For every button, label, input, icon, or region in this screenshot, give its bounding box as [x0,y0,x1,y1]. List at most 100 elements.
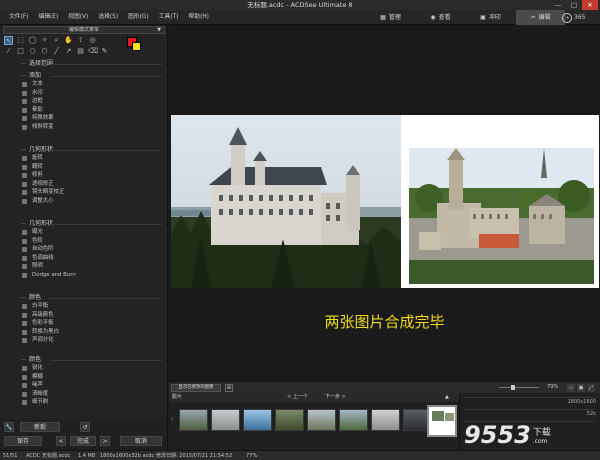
done-button[interactable]: 完成 [70,436,96,446]
next-link[interactable]: 下一步 > [325,393,346,402]
cancel-button[interactable]: 取消 [120,436,162,446]
thumbnail[interactable] [307,409,336,431]
tool-item-white-balance[interactable]: 白平衡 [22,302,162,311]
edit-mode-dropdown[interactable]: 编辑模式菜单 ▼ [3,26,165,34]
section-title[interactable]: 几何形状 [21,220,162,228]
tool-item-detail-brush[interactable]: 细节刷 [22,398,162,407]
background-color-swatch[interactable] [132,42,141,51]
detail-brush-icon [22,400,27,406]
actual-size-icon[interactable]: ▣ [577,384,585,392]
zoom-tool-icon[interactable]: ⌕ [52,36,61,45]
composite-canvas[interactable] [171,115,599,288]
tool-item-auto-levels[interactable]: 自动色阶 [22,245,162,254]
fit-icon[interactable]: ▭ [567,384,575,392]
tool-item-rotate[interactable]: 旋转 [22,154,162,163]
eraser-tool-icon[interactable]: ⌫ [88,47,98,56]
compare-icon[interactable]: ⊞ [225,384,233,392]
thumbnail[interactable] [371,409,400,431]
mode-manage-tab[interactable]: ▦ 管理 [366,10,415,25]
tool-item-blur[interactable]: 模糊 [22,373,162,382]
tool-item-perspective[interactable]: 透视修正 [22,180,162,189]
tool-item-resize[interactable]: 调整大小 [22,197,162,206]
tool-item-advanced-color[interactable]: 高级颜色 [22,311,162,320]
close-button[interactable]: ✕ [582,0,598,10]
pointer-tool-icon[interactable]: ↖ [4,36,13,45]
thumbnail[interactable] [243,409,272,431]
ellipse-tool-icon[interactable]: ○ [28,47,37,56]
mode-develop-tab[interactable]: ▣ 冲印 [466,10,515,25]
menu-tools[interactable]: 工具(T) [154,10,184,25]
tool-item-crop[interactable]: 修剪 [22,171,162,180]
tool-item-watermark[interactable]: 水印 [22,89,162,98]
new-button[interactable]: 新毅 [20,422,60,432]
section-title[interactable]: 几何形状 [21,146,162,154]
pencil-tool-icon[interactable]: ✎ [100,47,109,56]
tool-item-border[interactable]: 边框 [22,97,162,106]
next-image-button[interactable]: > [100,436,110,446]
thumbnail[interactable] [211,409,240,431]
white-balance-icon [22,304,27,309]
gradient-tool-icon[interactable]: ▤ [76,47,85,56]
marquee-tool-icon[interactable]: ⬚ [16,36,25,45]
rectangle-tool-icon[interactable]: □ [16,47,25,56]
tool-item-flip[interactable]: 翻转 [22,163,162,172]
mode-view-tab[interactable]: ◉ 查看 [416,10,465,25]
acdsee-365-button[interactable]: ◔ 365 [562,12,585,23]
chevron-down-icon: ▼ [157,27,161,33]
brush-tool-icon[interactable]: ⁄ [4,47,13,56]
zoom-slider[interactable] [499,385,539,390]
prev-image-button[interactable]: < [56,436,66,446]
tool-item-dodge-burn[interactable]: Dodge and Burn [22,271,162,280]
minimize-button[interactable]: — [550,0,566,10]
section-title[interactable]: 选择范围 [21,60,162,68]
maximize-button[interactable]: □ [566,0,582,10]
show-modified-button[interactable]: 显示已修改的图像 [171,384,221,392]
menu-image[interactable]: 图形(G) [123,10,154,25]
eyedropper-icon[interactable]: ⟟ [76,36,85,45]
mode-edit-tab[interactable]: ✂ 编辑 [516,10,565,25]
fullscreen-icon[interactable]: ⤢ [587,384,595,392]
arrow-tool-icon[interactable]: ↗ [64,47,73,56]
history-icon[interactable]: ↺ [80,422,90,432]
magic-wand-icon[interactable]: ✧ [40,36,49,45]
tool-item-text[interactable]: 文本 [22,80,162,89]
tool-item-black-white[interactable]: 转换为黑白 [22,328,162,337]
menu-view[interactable]: 视图(V) [63,10,93,25]
crop-icon [22,173,27,179]
tool-item-exposure[interactable]: 曝光 [22,228,162,237]
tool-item-special-effects[interactable]: 特殊效果 [22,114,162,123]
tool-item-split-tone[interactable]: 声调分化 [22,336,162,345]
menu-edit[interactable]: 编辑(E) [33,10,63,25]
hand-tool-icon[interactable]: ✋ [64,36,73,45]
tool-item-noise[interactable]: 噪声 [22,381,162,390]
section-title[interactable]: 添加 [21,72,162,80]
tool-item-lighting[interactable]: 照明 [22,262,162,271]
tool-item-vignette[interactable]: 晕影 [22,106,162,115]
prev-link[interactable]: < 上一个 [287,393,308,402]
tool-item-sharpen[interactable]: 锐化 [22,364,162,373]
tool-item-lens-correction[interactable]: 镜头畸变校正 [22,188,162,197]
zoom-level[interactable]: 79% [547,384,558,390]
menu-select[interactable]: 选择(S) [93,10,123,25]
wrench-icon[interactable]: 🔧 [4,422,14,432]
thumbnail[interactable] [179,409,208,431]
thumbnail[interactable] [275,409,304,431]
tool-item-tone-curves[interactable]: 色调曲线 [22,254,162,263]
scroll-left-icon[interactable]: ‹ [171,409,177,431]
redeye-tool-icon[interactable]: ◎ [88,36,97,45]
save-button[interactable]: 保存 [4,436,42,446]
polygon-tool-icon[interactable]: ⬡ [40,47,49,56]
tool-item-levels[interactable]: 色阶 [22,237,162,246]
menu-file[interactable]: 文件(F) [4,10,33,25]
line-tool-icon[interactable]: ╱ [52,47,61,56]
thumbnail[interactable] [339,409,368,431]
lasso-tool-icon[interactable]: ◯ [28,36,37,45]
section-title[interactable]: 颜色 [21,294,162,302]
tool-item-tilt-shift[interactable]: 倾斜转变 [22,123,162,132]
thumbnail-selected[interactable] [427,405,457,437]
chevron-up-icon[interactable]: ▲ [445,393,449,402]
tool-item-color-balance[interactable]: 色彩平衡 [22,319,162,328]
menu-help[interactable]: 帮助(H) [183,10,213,25]
tool-item-clarity[interactable]: 清晰度 [22,390,162,399]
section-title[interactable]: 颜色 [21,356,162,364]
